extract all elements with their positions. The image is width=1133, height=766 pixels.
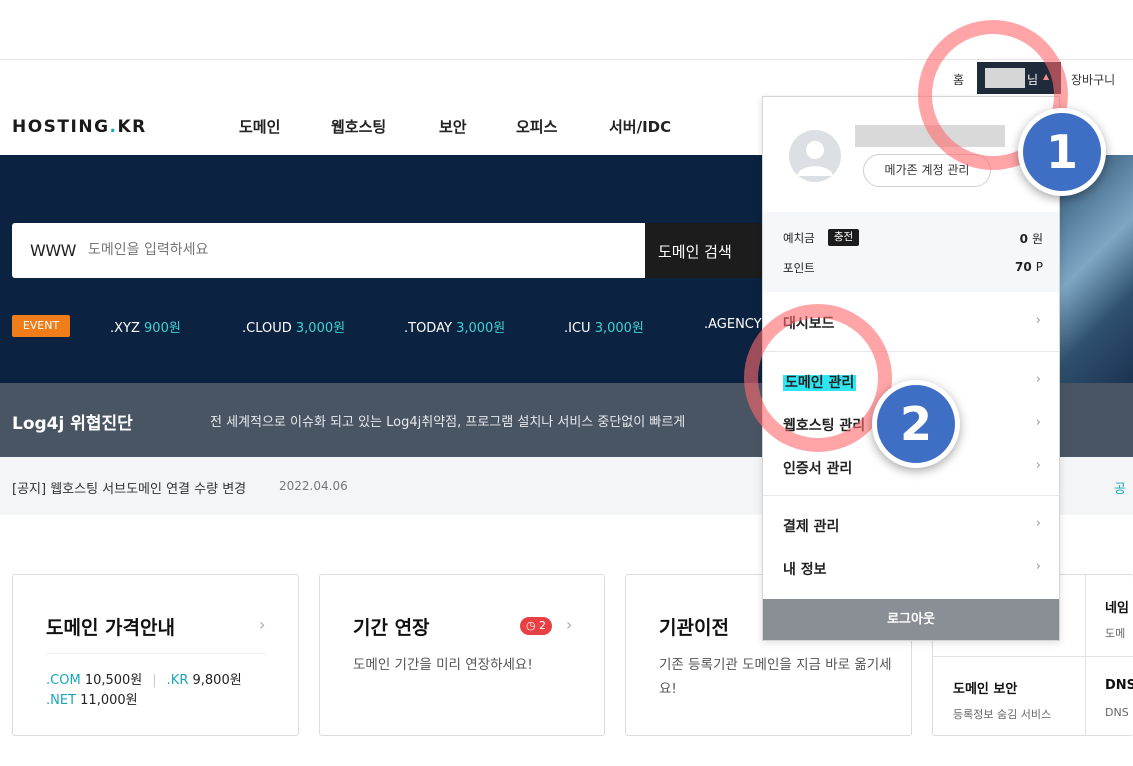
card-title: 기간 연장: [353, 617, 430, 639]
tld-price: 3,000원: [594, 321, 644, 336]
card-title: 도메인 가격안내: [46, 617, 175, 639]
grid-domain-security-sub: 등록정보 숨김 서비스: [953, 708, 1052, 721]
logo-dot: .: [109, 117, 118, 137]
event-tld-icu[interactable]: .ICU 3,000원: [564, 317, 644, 336]
tld-kr-price: 9,800원: [192, 673, 242, 688]
domain-search-button[interactable]: 도메인 검색: [645, 223, 765, 278]
grid-divider-vertical: [1085, 575, 1086, 735]
grid-domain-security[interactable]: 도메인 보안: [953, 678, 1017, 697]
grid-dns-sub: DNS: [1105, 706, 1129, 719]
chevron-right-icon: ›: [1035, 415, 1041, 430]
renewal-count: 2: [539, 619, 547, 632]
menu-separator: [763, 495, 1059, 496]
card-description: 기존 등록기관 도메인을 지금 바로 옮기세요!: [659, 657, 892, 697]
domain-search-box: WWW: [12, 223, 645, 278]
price-separator: |: [152, 673, 157, 688]
menu-label: 결제 관리: [783, 519, 840, 535]
grid-divider-horizontal: [933, 656, 1133, 657]
tld-name: .ICU: [564, 321, 591, 336]
chevron-right-icon: ›: [1035, 516, 1041, 531]
chevron-right-icon: ›: [1035, 559, 1041, 574]
tld-net: .NET: [46, 693, 77, 708]
tld-price: 3,000원: [295, 321, 346, 336]
site-logo[interactable]: HOSTING.KR: [12, 117, 147, 137]
grid-cell-name[interactable]: 네임: [1105, 597, 1129, 616]
point-unit: P: [1035, 260, 1043, 274]
event-badge: EVENT: [12, 315, 70, 337]
tld-name: .AGENCY: [704, 317, 762, 332]
notice-date: 2022.04.06: [279, 479, 348, 493]
grid-cell-sub: 도메: [1105, 627, 1126, 640]
www-prefix: WWW: [30, 241, 76, 260]
card-divider: [46, 653, 266, 654]
grid-dns[interactable]: DNS: [1105, 678, 1133, 693]
step-marker-2: 2: [872, 380, 960, 468]
chevron-right-icon: ›: [566, 615, 573, 634]
menu-label: 인증서 관리: [783, 461, 853, 477]
user-avatar-icon: [789, 130, 841, 182]
page: 홈 님 ▲ 장바구니 HOSTING.KR 도메인 웹호스팅 보안 오피스 서버…: [0, 0, 1133, 766]
chevron-right-icon: ›: [1035, 458, 1041, 473]
tld-name: .CLOUD: [242, 321, 292, 336]
nav-webhosting[interactable]: 웹호스팅: [331, 116, 386, 137]
tld-com: .COM: [46, 673, 81, 688]
card-domain-price[interactable]: 도메인 가격안내 › .COM 10,500원 | .KR 9,800원 .NET …: [12, 574, 299, 736]
callout-ring-2: [744, 304, 892, 452]
domain-prices: .COM 10,500원 | .KR 9,800원 .NET 11,000원: [46, 671, 242, 711]
nav-server-idc[interactable]: 서버/IDC: [609, 116, 671, 137]
deposit-unit: 원: [1031, 232, 1043, 246]
renewal-count-badge: ◷ 2: [520, 617, 552, 635]
point-label: 포인트: [783, 261, 815, 275]
chevron-right-icon: ›: [259, 615, 266, 634]
log4j-description: 전 세계적으로 이슈화 되고 있는 Log4j취약점, 프로그램 설치나 서비스…: [210, 415, 686, 430]
point-value: 70 P: [1015, 260, 1043, 274]
notice-link[interactable]: [공지] 웹호스팅 서브도메인 연결 수량 변경: [12, 478, 246, 497]
step-marker-1: 1: [1018, 108, 1106, 196]
event-tld-today[interactable]: .TODAY 3,000원: [404, 317, 505, 336]
card-title: 기관이전: [659, 617, 729, 639]
logo-part1: HOSTING: [12, 117, 110, 137]
deposit-value: 0원: [1020, 230, 1043, 247]
nav-domain[interactable]: 도메인: [239, 116, 280, 137]
tld-price: 900원: [144, 321, 181, 336]
deposit-label: 예치금: [783, 231, 815, 245]
tld-com-price: 10,500원: [84, 673, 143, 688]
menu-payment-manage[interactable]: 결제 관리 ›: [763, 504, 1059, 546]
notice-more-link[interactable]: 공: [1114, 478, 1126, 497]
logo-part2: KR: [117, 117, 147, 137]
balance-panel: 예치금 충전 0원 포인트 70 P: [763, 212, 1059, 292]
tld-kr: .KR: [166, 673, 189, 688]
event-tld-cloud[interactable]: .CLOUD 3,000원: [242, 317, 345, 336]
menu-label: 내 정보: [783, 562, 827, 578]
event-tld-agency[interactable]: .AGENCY: [704, 317, 762, 332]
card-description: 도메인 기간을 미리 연장하세요!: [353, 657, 533, 673]
deposit-amount: 0: [1019, 232, 1028, 246]
event-tld-xyz[interactable]: .XYZ 900원: [110, 317, 181, 336]
log4j-title: Log4j 위협진단: [12, 414, 133, 434]
nav-security[interactable]: 보안: [439, 116, 467, 137]
tld-name: .TODAY: [404, 321, 452, 336]
chevron-right-icon: ›: [1035, 313, 1041, 328]
domain-search-input[interactable]: [88, 242, 488, 258]
point-amount: 70: [1015, 260, 1032, 274]
nav-office[interactable]: 오피스: [516, 116, 557, 137]
chevron-right-icon: ›: [1035, 372, 1041, 387]
card-renewal[interactable]: 기간 연장 ◷ 2 › 도메인 기간을 미리 연장하세요!: [319, 574, 605, 736]
logout-button[interactable]: 로그아웃: [763, 599, 1059, 640]
menu-my-info[interactable]: 내 정보 ›: [763, 547, 1059, 589]
tld-net-price: 11,000원: [80, 693, 138, 708]
tld-price: 3,000원: [456, 321, 506, 336]
cart-link[interactable]: 장바구니: [1071, 71, 1115, 88]
tld-name: .XYZ: [110, 321, 140, 336]
clock-icon: ◷: [525, 619, 536, 632]
charge-button[interactable]: 충전: [828, 229, 859, 246]
